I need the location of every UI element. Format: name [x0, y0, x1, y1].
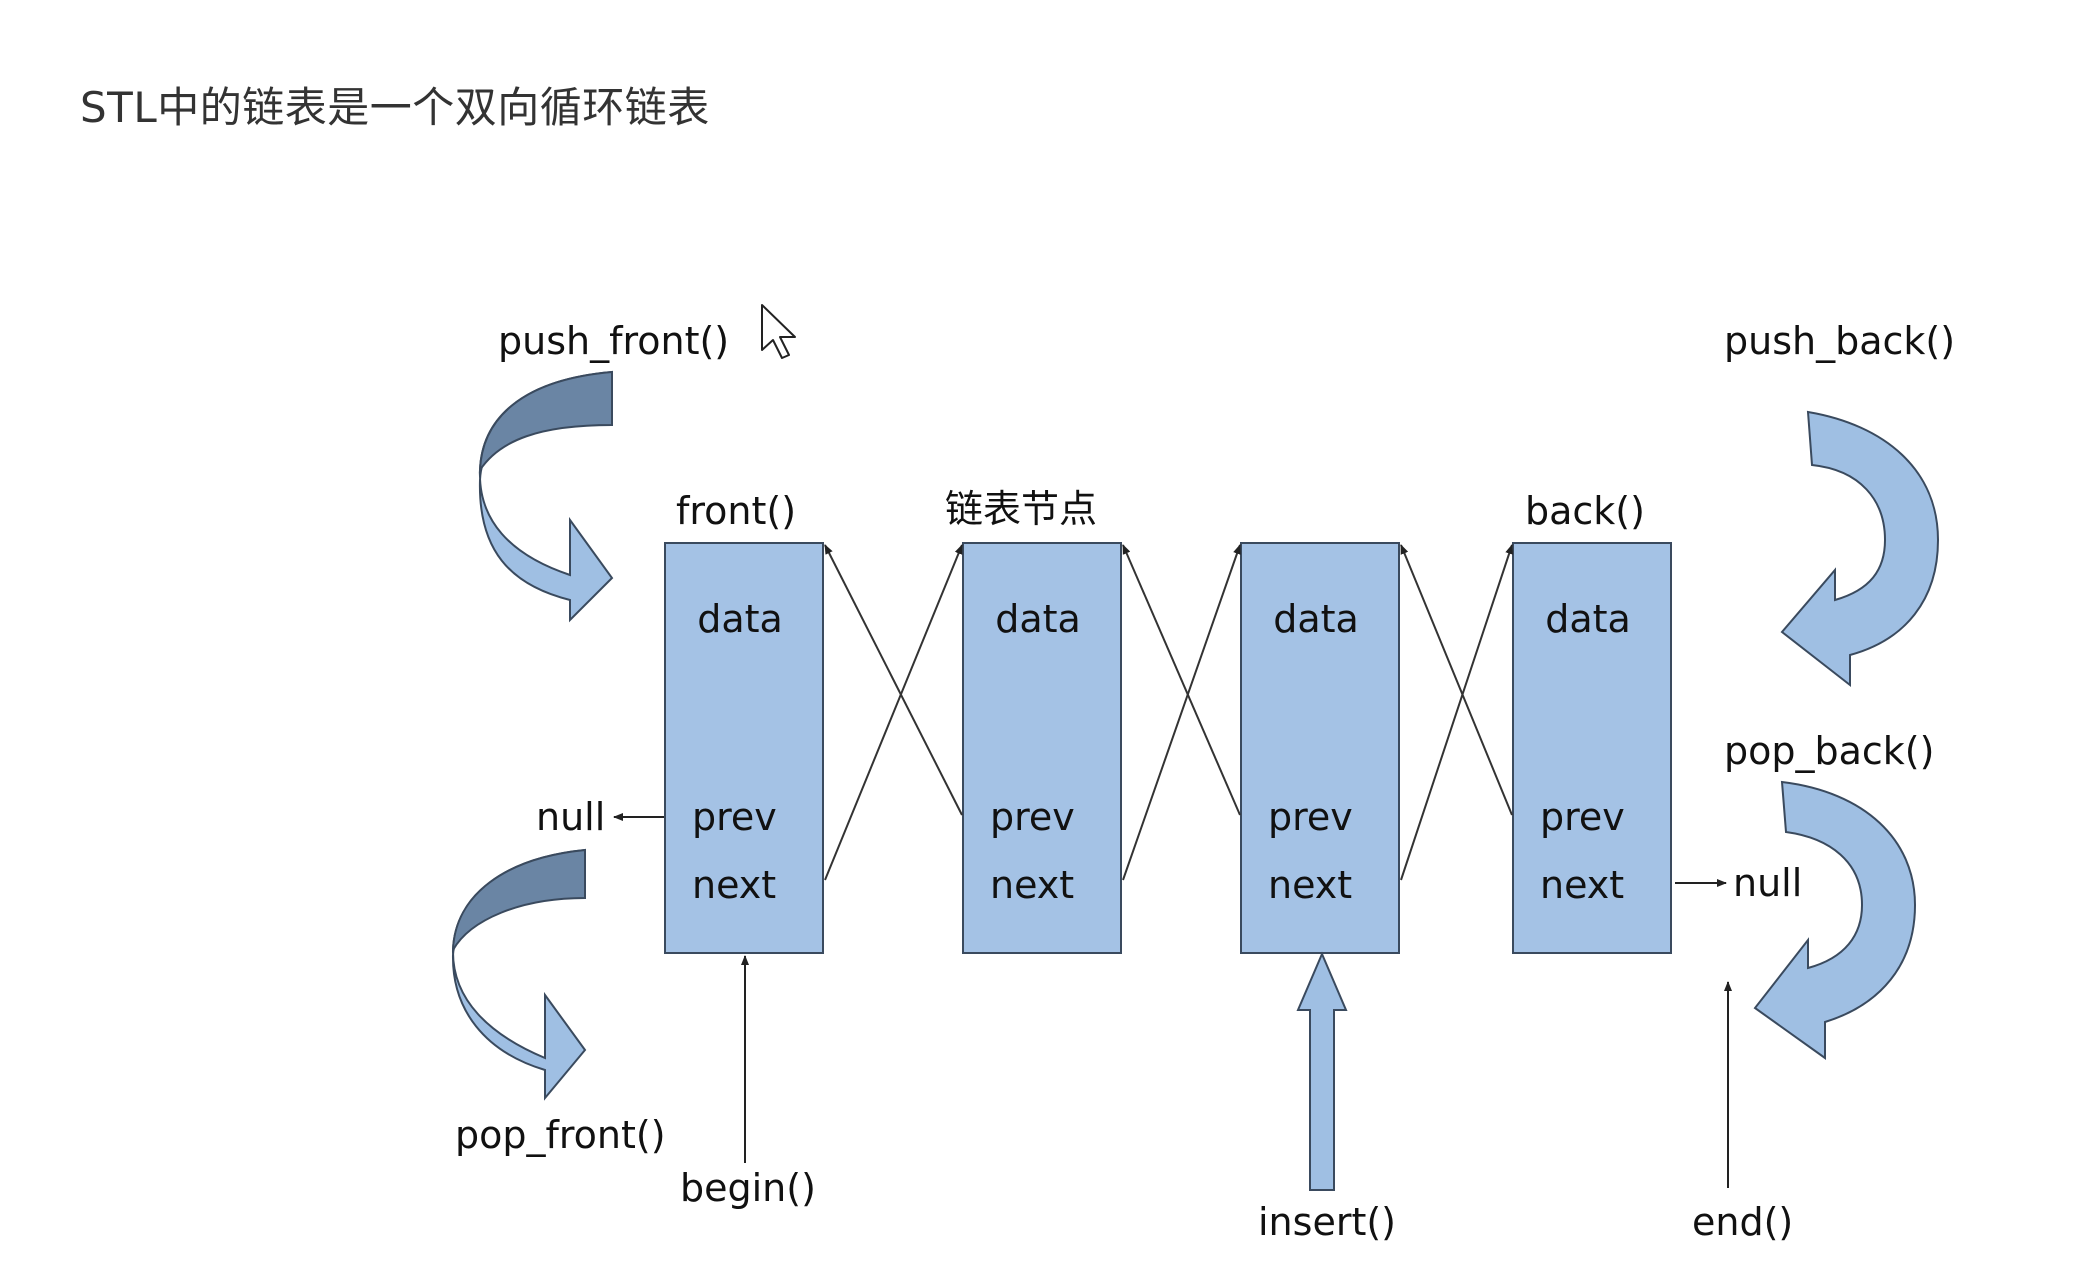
list-node-3: data prev next	[1240, 542, 1400, 954]
node-next-label: next	[1540, 863, 1624, 907]
next-link-2-3	[1122, 544, 1241, 881]
node-data-label: data	[697, 597, 783, 641]
node-prev-label: prev	[1268, 795, 1353, 839]
pop-front-label: pop_front()	[455, 1113, 666, 1157]
null-right-label: null	[1733, 861, 1802, 905]
front-label: front()	[676, 489, 796, 533]
node-prev-label: prev	[1540, 795, 1625, 839]
pop-front-arrow	[451, 848, 587, 1101]
push-back-label: push_back()	[1724, 319, 1955, 363]
end-label: end()	[1692, 1200, 1793, 1244]
begin-label: begin()	[680, 1166, 816, 1210]
prev-link-4-3	[1400, 544, 1513, 816]
node-data-label: data	[995, 597, 1081, 641]
push-back-arrow	[1780, 410, 1940, 688]
list-node-4: data prev next	[1512, 542, 1672, 954]
insert-arrow	[1296, 951, 1348, 1191]
list-node-1: data prev next	[664, 542, 824, 954]
node-caption: 链表节点	[945, 487, 1097, 531]
linked-list-diagram: data prev next data prev next data prev …	[451, 304, 1955, 1244]
node-prev-label: prev	[990, 795, 1075, 839]
node-prev-label: prev	[692, 795, 777, 839]
node-next-label: next	[692, 863, 776, 907]
node-data-label: data	[1273, 597, 1359, 641]
push-front-arrow	[478, 370, 614, 623]
back-label: back()	[1525, 489, 1645, 533]
pop-back-label: pop_back()	[1724, 729, 1934, 773]
pop-back-arrow	[1753, 780, 1917, 1060]
null-left-label: null	[536, 795, 605, 839]
next-link-3-4	[1400, 544, 1513, 881]
node-next-label: next	[1268, 863, 1352, 907]
prev-link-3-2	[1122, 544, 1241, 816]
next-link-1-2	[824, 544, 963, 881]
prev-link-2-1	[824, 544, 963, 816]
list-node-2: data prev next	[962, 542, 1122, 954]
node-links	[824, 544, 1513, 881]
push-front-label: push_front()	[498, 319, 729, 363]
node-next-label: next	[990, 863, 1074, 907]
insert-label: insert()	[1258, 1200, 1396, 1244]
mouse-pointer-icon	[761, 304, 796, 359]
node-data-label: data	[1545, 597, 1631, 641]
